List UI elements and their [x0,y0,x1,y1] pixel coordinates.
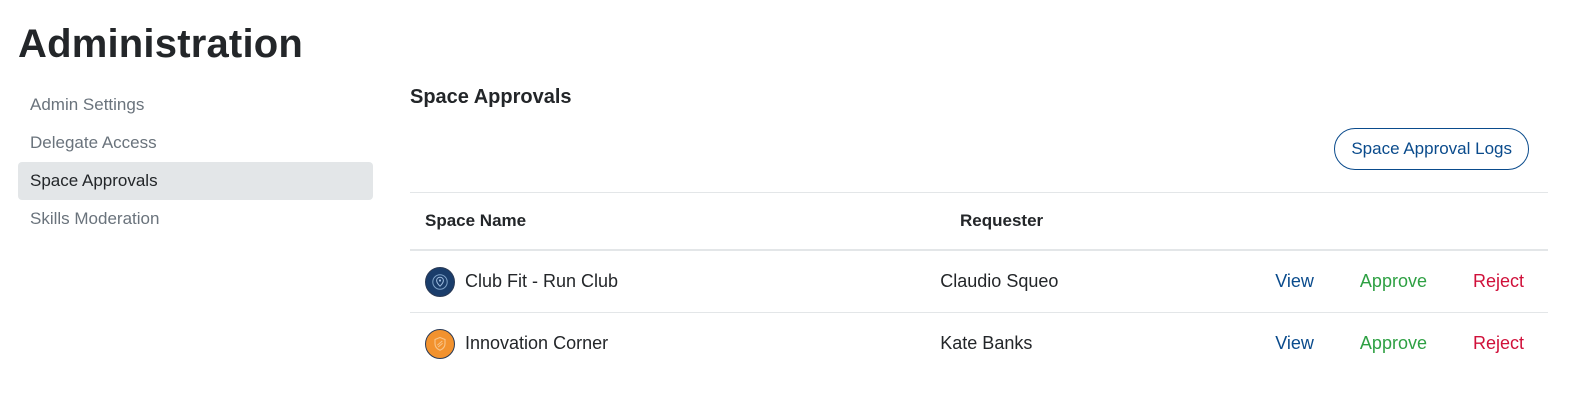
header-requester: Requester [960,211,1044,230]
reject-link[interactable]: Reject [1473,271,1524,292]
sidebar-item-skills-moderation[interactable]: Skills Moderation [18,200,373,238]
space-avatar [425,266,455,297]
approve-link[interactable]: Approve [1360,271,1427,292]
view-link[interactable]: View [1275,333,1314,354]
reject-link[interactable]: Reject [1473,333,1524,354]
section-title: Space Approvals [410,86,572,108]
badge-icon [434,336,446,351]
approvals-table: Space Name Requester Club Fit - Run Club… [410,192,1548,374]
table-row: Club Fit - Run Club Claudio Squeo View A… [410,251,1548,312]
sidebar-item-delegate-access[interactable]: Delegate Access [18,124,373,162]
approve-link[interactable]: Approve [1360,333,1427,354]
space-approval-logs-button[interactable]: Space Approval Logs [1334,128,1529,170]
space-avatar [425,328,455,359]
sidebar-item-space-approvals[interactable]: Space Approvals [18,162,373,200]
space-name: Club Fit - Run Club [465,271,619,291]
page-title: Administration [18,22,304,66]
requester-name: Kate Banks [940,333,1033,353]
space-name: Innovation Corner [465,333,609,353]
map-pin-icon [432,273,448,290]
view-link[interactable]: View [1275,271,1314,292]
table-row: Innovation Corner Kate Banks View Approv… [410,312,1548,374]
table-header: Space Name Requester [410,193,1548,251]
sidebar-item-admin-settings[interactable]: Admin Settings [18,86,373,124]
space-approvals-panel: Space Approvals Space Approval Logs Spac… [410,80,1548,359]
admin-sidebar: Admin Settings Delegate Access Space App… [18,86,373,238]
requester-name: Claudio Squeo [940,271,1059,291]
header-space-name: Space Name [425,211,527,230]
